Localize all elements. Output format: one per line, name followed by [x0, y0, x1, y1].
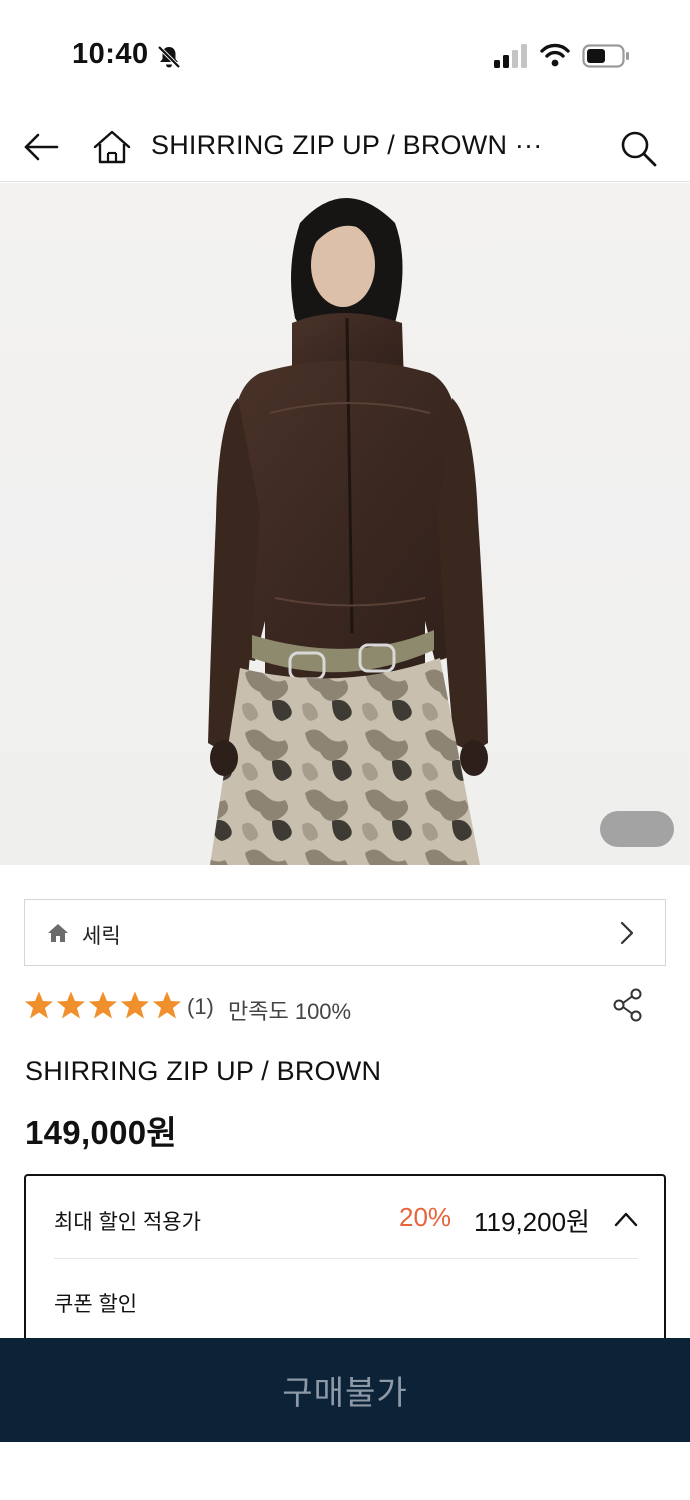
status-bar: 10:40	[0, 0, 690, 110]
star-icon	[25, 991, 53, 1019]
coupon-discount-label: 쿠폰 할인	[54, 1293, 138, 1316]
product-photo-illustration	[208, 198, 488, 865]
discount-panel: 최대 할인 적용가 20% 119,200원 쿠폰 할인	[24, 1174, 666, 1354]
status-time: 10:40	[72, 38, 149, 70]
top-navigation-bar: SHIRRING ZIP UP / BROWN ···	[0, 112, 690, 182]
review-count[interactable]: (1)	[187, 994, 214, 1020]
product-name: SHIRRING ZIP UP / BROWN	[25, 1056, 382, 1086]
brand-link[interactable]: 세릭	[24, 899, 666, 966]
product-image[interactable]	[0, 183, 690, 865]
star-icon	[89, 991, 117, 1019]
brand-name: 세릭	[82, 925, 121, 948]
share-icon[interactable]	[612, 988, 644, 1022]
star-icon	[57, 991, 85, 1019]
home-icon	[48, 924, 68, 942]
image-pager-indicator	[600, 811, 674, 847]
star-icon	[153, 991, 181, 1019]
max-discount-label: 최대 할인 적용가	[54, 1211, 201, 1234]
wifi-icon	[540, 43, 570, 67]
rating-row: (1) 만족도 100%	[24, 988, 666, 1028]
back-arrow-icon[interactable]	[22, 128, 60, 166]
star-icon	[121, 991, 149, 1019]
discount-rate: 20%	[399, 1202, 452, 1232]
chevron-right-icon	[620, 921, 634, 945]
search-icon[interactable]	[618, 128, 658, 168]
signal-icon	[494, 44, 527, 68]
page-title: SHIRRING ZIP UP / BROWN ···	[151, 130, 543, 160]
satisfaction-rate: 만족도 100%	[228, 999, 352, 1024]
discounted-price: 119,200원	[474, 1207, 590, 1237]
chevron-up-icon[interactable]	[614, 1210, 638, 1228]
product-price: 149,000원	[25, 1114, 178, 1151]
bell-off-icon	[157, 45, 181, 69]
divider	[54, 1258, 638, 1259]
star-rating[interactable]	[24, 990, 182, 1020]
battery-icon	[582, 44, 629, 68]
purchase-bar: 구매불가	[0, 1338, 690, 1442]
purchase-unavailable-button[interactable]: 구매불가	[0, 1338, 690, 1442]
home-icon[interactable]	[92, 128, 132, 166]
